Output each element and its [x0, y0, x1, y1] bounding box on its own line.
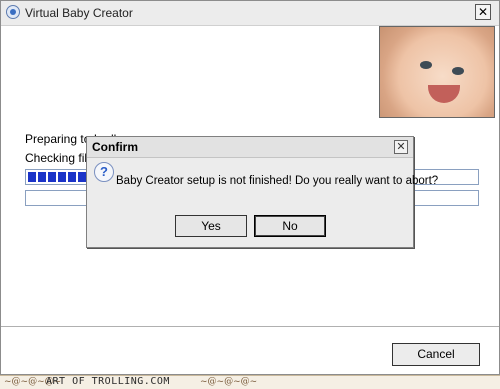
dialog-close-button[interactable]: ✕ — [394, 140, 408, 154]
dialog-message: Baby Creator setup is not finished! Do y… — [116, 175, 439, 187]
window-close-button[interactable]: ✕ — [475, 4, 491, 20]
baby-photo — [379, 26, 495, 118]
no-button[interactable]: No — [254, 215, 326, 237]
baby-eye-right — [452, 67, 464, 75]
footer-strip: ~@~@~@~ ART OF TROLLING.COM ~@~@~@~ — [0, 375, 500, 389]
dialog-titlebar[interactable]: Confirm ✕ — [87, 137, 413, 158]
button-divider — [1, 326, 499, 327]
window-titlebar[interactable]: Virtual Baby Creator ✕ — [1, 1, 499, 26]
baby-mouth — [428, 85, 460, 103]
baby-eye-left — [420, 61, 432, 69]
app-icon — [6, 5, 20, 19]
question-icon: ? — [94, 162, 114, 182]
cancel-button[interactable]: Cancel — [392, 343, 480, 366]
install-progress-fill — [28, 172, 86, 182]
watermark-text: ART OF TROLLING.COM — [46, 376, 170, 387]
status-checking-file: Checking file — [25, 151, 94, 165]
confirm-dialog: Confirm ✕ ? Baby Creator setup is not fi… — [86, 136, 438, 248]
dialog-title: Confirm — [92, 140, 138, 154]
yes-button[interactable]: Yes — [175, 215, 247, 237]
window-title: Virtual Baby Creator — [25, 6, 133, 20]
footer-ornament-right: ~@~@~@~ — [200, 377, 258, 387]
